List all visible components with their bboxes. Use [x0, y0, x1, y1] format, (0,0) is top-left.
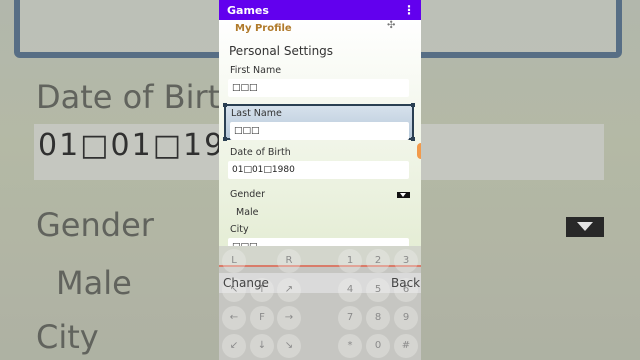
- selection-handle: [223, 137, 227, 141]
- key-star[interactable]: *: [338, 334, 362, 358]
- last-name-label: Last Name: [231, 108, 282, 119]
- key-left[interactable]: ←: [222, 306, 246, 330]
- selection-handle: [411, 103, 415, 107]
- key-l[interactable]: L: [222, 249, 246, 273]
- selection-handle: [223, 103, 227, 107]
- profile-screen: My Profile ✣ Personal Settings First Nam…: [219, 20, 421, 266]
- change-softkey[interactable]: Change: [223, 276, 269, 290]
- dob-label: Date of Birth: [230, 147, 291, 158]
- key-2[interactable]: 2: [366, 249, 390, 273]
- gender-label: Gender: [230, 189, 266, 200]
- key-1[interactable]: 1: [338, 249, 362, 273]
- city-label: City: [230, 224, 249, 235]
- more-vert-icon[interactable]: ⋮: [403, 4, 415, 16]
- virtual-keypad: L R 1 2 3 ↖ ↑ ↗ 4 5 6 Change Back ← F → …: [219, 246, 421, 360]
- key-9[interactable]: 9: [394, 306, 418, 330]
- key-8[interactable]: 8: [366, 306, 390, 330]
- first-name-field[interactable]: □□□: [228, 79, 409, 97]
- key-4[interactable]: 4: [338, 278, 362, 302]
- key-up-right[interactable]: ↗: [277, 278, 301, 302]
- pointer-icon: ✣: [387, 20, 396, 31]
- key-3[interactable]: 3: [394, 249, 418, 273]
- key-fire[interactable]: F: [250, 306, 274, 330]
- key-7[interactable]: 7: [338, 306, 362, 330]
- key-down-left[interactable]: ↙: [222, 334, 246, 358]
- key-0[interactable]: 0: [366, 334, 390, 358]
- app-bar: Games ⋮: [219, 0, 421, 20]
- key-r[interactable]: R: [277, 249, 301, 273]
- key-hash[interactable]: #: [394, 334, 418, 358]
- profile-tab[interactable]: My Profile: [235, 23, 292, 34]
- dob-field[interactable]: 01□01□1980: [228, 161, 409, 179]
- divider-line: [219, 265, 421, 267]
- key-right[interactable]: →: [277, 306, 301, 330]
- orange-indicator: [417, 143, 421, 159]
- key-down-right[interactable]: ↘: [277, 334, 301, 358]
- gender-value[interactable]: Male: [236, 207, 259, 218]
- key-5[interactable]: 5: [366, 278, 390, 302]
- app-title: Games: [227, 3, 269, 17]
- first-name-label: First Name: [230, 65, 282, 76]
- keypad-strip: [219, 246, 421, 266]
- back-softkey[interactable]: Back: [391, 276, 420, 290]
- phone-window: Games ⋮ My Profile ✣ Personal Settings F…: [219, 0, 421, 360]
- last-name-selected[interactable]: Last Name □□□: [223, 103, 415, 141]
- selection-handle: [411, 137, 415, 141]
- last-name-field[interactable]: □□□: [230, 122, 409, 140]
- key-down[interactable]: ↓: [250, 334, 274, 358]
- dropdown-arrow-icon[interactable]: [397, 192, 410, 198]
- section-title: Personal Settings: [229, 44, 334, 58]
